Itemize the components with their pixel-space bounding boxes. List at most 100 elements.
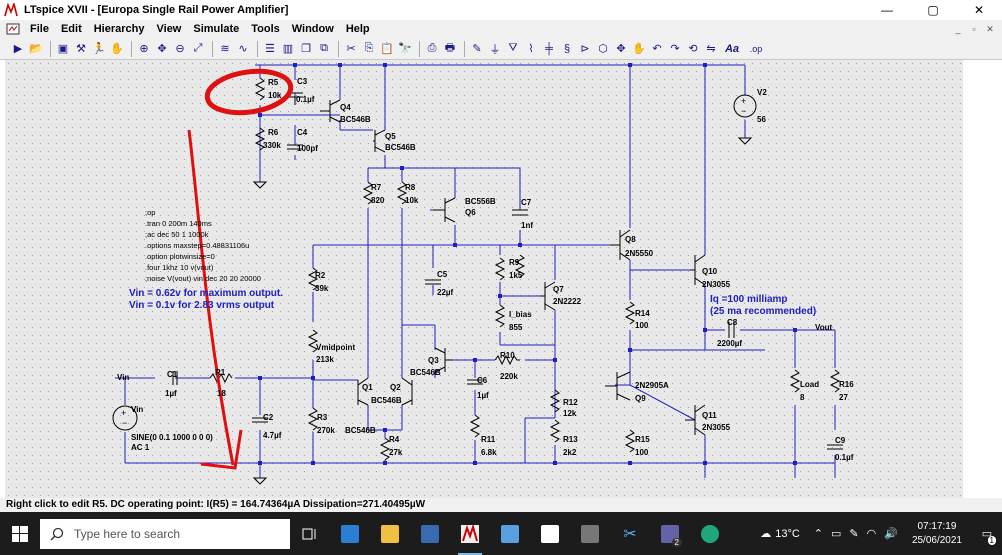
- autorange-icon[interactable]: ≋: [217, 41, 233, 57]
- building-icon: [421, 524, 439, 543]
- c3-label: C3: [297, 77, 308, 86]
- capacitor-icon[interactable]: ╪: [541, 41, 557, 57]
- fft-icon[interactable]: ∿: [235, 41, 251, 57]
- run-icon[interactable]: 🏃: [91, 41, 107, 57]
- c4-label: C4: [297, 128, 308, 137]
- draw-wire-icon[interactable]: ✎: [469, 41, 485, 57]
- ltspice-taskbar-icon: [461, 524, 479, 543]
- paste-icon[interactable]: 📋: [379, 41, 395, 57]
- zoom-out-icon[interactable]: ⊖: [172, 41, 188, 57]
- new-schematic-icon[interactable]: ▶: [10, 41, 26, 57]
- undo-icon[interactable]: ↶: [649, 41, 665, 57]
- open-folder-icon[interactable]: 📂: [28, 41, 44, 57]
- r1-label: R1: [215, 368, 226, 377]
- control-panel-icon[interactable]: ⚒: [73, 41, 89, 57]
- tile-vertical-icon[interactable]: ▥: [280, 41, 296, 57]
- start-button[interactable]: [0, 512, 40, 555]
- print-icon[interactable]: 🖶: [442, 41, 458, 57]
- mdi-minimize-button[interactable]: _: [950, 22, 966, 36]
- print-preview-icon[interactable]: ⎙: [424, 41, 440, 57]
- taskbar-app-calculator[interactable]: [570, 512, 610, 555]
- c6-label: C6: [477, 376, 488, 385]
- windows-logo-icon: [12, 525, 28, 542]
- drag-icon[interactable]: ✋: [631, 41, 647, 57]
- notification-button[interactable]: ▭ 1: [972, 512, 1002, 555]
- rotate-icon[interactable]: ⟲: [685, 41, 701, 57]
- find-icon[interactable]: 🔭: [397, 41, 413, 57]
- minimize-button[interactable]: —: [864, 0, 910, 20]
- maximize-button[interactable]: ▢: [910, 0, 956, 20]
- wifi-icon[interactable]: ◠: [867, 527, 877, 540]
- taskbar-app-bank[interactable]: [410, 512, 450, 555]
- q8-label: Q8: [625, 235, 636, 244]
- taskbar-search-input[interactable]: Type here to search: [40, 518, 290, 549]
- mdi-restore-button[interactable]: ▫: [966, 22, 982, 36]
- mirror-icon[interactable]: ⇋: [703, 41, 719, 57]
- q3-value: BC546B: [410, 368, 441, 377]
- close-button[interactable]: ✕: [956, 0, 1002, 20]
- q5-value: BC546B: [385, 143, 416, 152]
- r5-label: R5: [268, 78, 279, 87]
- taskbar-app-explorer-settings[interactable]: [330, 512, 370, 555]
- pen-icon[interactable]: ✎: [849, 527, 858, 540]
- taskbar-app-ltspice[interactable]: [450, 512, 490, 555]
- ibias-label: I_bias: [509, 310, 532, 319]
- weather-widget[interactable]: ☁ 13°C: [760, 527, 800, 541]
- redo-icon[interactable]: ↷: [667, 41, 683, 57]
- zoom-fit-icon[interactable]: ⤢: [190, 41, 206, 57]
- c7-value: 1nf: [521, 221, 533, 230]
- menu-help[interactable]: Help: [340, 23, 376, 35]
- task-view-button[interactable]: [290, 512, 330, 555]
- mdi-close-button[interactable]: ✕: [982, 22, 998, 36]
- pan-icon[interactable]: ✥: [154, 41, 170, 57]
- svg-text:−: −: [122, 418, 127, 428]
- schematic-doc-icon[interactable]: [6, 23, 20, 35]
- taskbar-app-teams[interactable]: 2: [650, 512, 690, 555]
- diode-icon[interactable]: ⊳: [577, 41, 593, 57]
- ground-icon[interactable]: ⏚: [487, 41, 503, 57]
- component-icon[interactable]: ⬡: [595, 41, 611, 57]
- note-vin-max: Vin = 0.62v for maximum output.: [129, 288, 283, 299]
- text-icon[interactable]: Aa: [721, 41, 743, 57]
- taskbar-app-files[interactable]: [370, 512, 410, 555]
- label-net-icon[interactable]: ⛛: [505, 41, 521, 57]
- menu-tools[interactable]: Tools: [245, 23, 286, 35]
- cascade-icon[interactable]: ❐: [298, 41, 314, 57]
- resistor-icon[interactable]: ⌇: [523, 41, 539, 57]
- network-icon[interactable]: ▭: [831, 527, 841, 540]
- menu-hierarchy[interactable]: Hierarchy: [88, 23, 151, 35]
- tray-overflow-icon[interactable]: ⌃: [814, 527, 823, 540]
- schematic-canvas[interactable]: + − + − R5 10k C3 0.1µf Q4 BC546B R6 330…: [5, 60, 963, 498]
- vin-source-ac: AC 1: [131, 443, 150, 452]
- menu-file[interactable]: File: [24, 23, 55, 35]
- clock-time: 07:17:19: [917, 520, 957, 532]
- taskbar-app-notes[interactable]: [490, 512, 530, 555]
- r12-label: R12: [563, 398, 578, 407]
- menu-window[interactable]: Window: [286, 23, 340, 35]
- directive-line: .options maxstep=0.48831106u: [145, 241, 249, 250]
- title-bar: LTspice XVII - [Europa Single Rail Power…: [0, 0, 1002, 20]
- taskbar-app-scissors[interactable]: ✂: [610, 512, 650, 555]
- menu-simulate[interactable]: Simulate: [187, 23, 245, 35]
- r2-value: 39k: [315, 284, 329, 293]
- vin-source-label: Vin: [131, 405, 143, 414]
- zoom-in-icon[interactable]: ⊕: [136, 41, 152, 57]
- menu-edit[interactable]: Edit: [55, 23, 88, 35]
- close-all-icon[interactable]: ⧉: [316, 41, 332, 57]
- spice-directive-icon[interactable]: .op: [745, 41, 767, 57]
- r5-value: 10k: [268, 91, 282, 100]
- volume-icon[interactable]: 🔊: [884, 527, 898, 540]
- c9-value: 0.1µf: [835, 453, 854, 462]
- cut-icon[interactable]: ✂: [343, 41, 359, 57]
- taskbar-app-document[interactable]: [530, 512, 570, 555]
- schematic-svg[interactable]: + − + − R5 10k C3 0.1µf Q4 BC546B R6 330…: [5, 60, 963, 498]
- copy-icon[interactable]: ⎘: [361, 41, 377, 57]
- menu-view[interactable]: View: [151, 23, 188, 35]
- halt-icon[interactable]: ✋: [109, 41, 125, 57]
- taskbar-app-edge[interactable]: [690, 512, 730, 555]
- move-icon[interactable]: ✥: [613, 41, 629, 57]
- tile-horizontal-icon[interactable]: ☰: [262, 41, 278, 57]
- clock[interactable]: 07:17:19 25/06/2021: [912, 520, 962, 548]
- save-icon[interactable]: ▣: [55, 41, 71, 57]
- inductor-icon[interactable]: §: [559, 41, 575, 57]
